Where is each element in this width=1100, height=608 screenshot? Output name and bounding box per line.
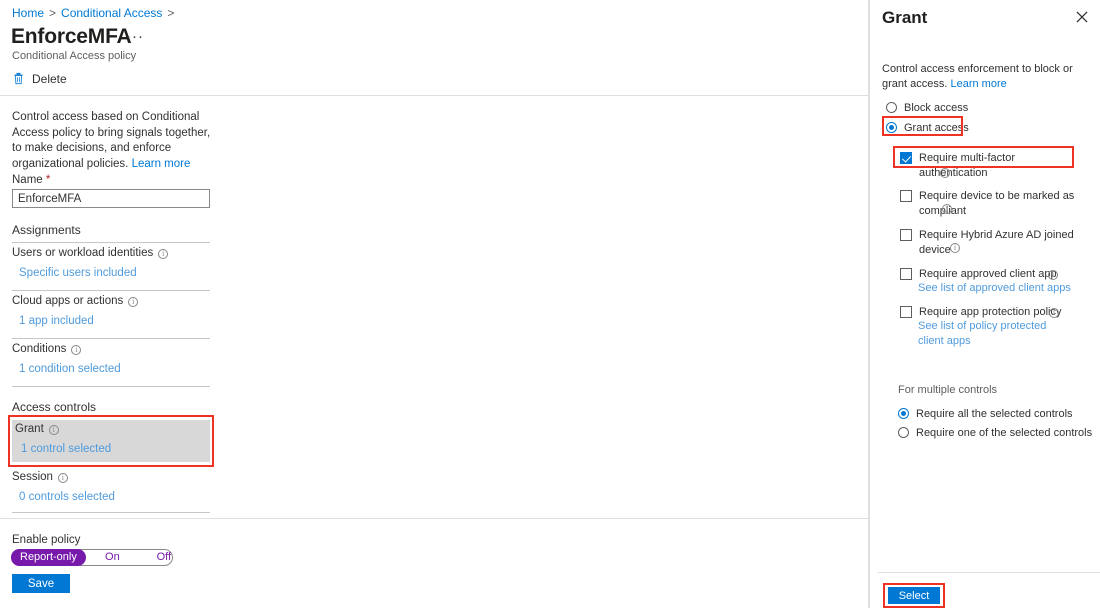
session-row-label-text: Session [12, 471, 53, 483]
page-subtitle: Conditional Access policy [12, 50, 137, 62]
breadcrumb-conditional-access[interactable]: Conditional Access [61, 6, 162, 20]
cloud-apps-row-value[interactable]: 1 app included [19, 313, 94, 329]
info-icon[interactable] [71, 344, 82, 356]
access-controls-heading: Access controls [12, 400, 97, 414]
trash-icon [12, 72, 25, 86]
session-row-label: Session [12, 469, 68, 485]
radio-block-access[interactable]: Block access [886, 101, 1086, 116]
intro-text: Control access based on Conditional Acce… [12, 110, 212, 172]
checkbox-icon [900, 268, 912, 280]
radio-require-all-selected-controls[interactable]: Require all the selected controls [898, 407, 1088, 422]
toggle-option-on[interactable]: On [86, 550, 139, 565]
multiple-controls-heading: For multiple controls [898, 384, 998, 396]
checkbox-require-mfa[interactable]: Require multi-factor authentication [900, 151, 1080, 180]
name-label-text: Name [12, 174, 43, 186]
page-title: EnforceMFA [11, 25, 132, 48]
cloud-apps-row-label-text: Cloud apps or actions [12, 295, 124, 307]
radio-icon [886, 102, 897, 113]
users-row-label-text: Users or workload identities [12, 247, 154, 259]
radio-grant-access-label: Grant access [904, 122, 969, 134]
cloud-apps-row-label: Cloud apps or actions [12, 293, 139, 309]
grant-row-value[interactable]: 1 control selected [21, 441, 111, 457]
info-icon[interactable] [940, 167, 950, 179]
users-divider [12, 290, 210, 291]
info-icon[interactable] [57, 472, 68, 484]
info-icon[interactable] [942, 203, 952, 215]
checkbox-require-hybrid-azure-ad-joined-device[interactable]: Require Hybrid Azure AD joined device [900, 228, 1075, 257]
info-icon[interactable] [48, 424, 59, 436]
toggle-option-report-only[interactable]: Report-only [11, 549, 86, 566]
radio-icon-selected [886, 122, 897, 133]
cloud-apps-divider [12, 338, 210, 339]
intro-learn-more-link[interactable]: Learn more [132, 158, 191, 170]
grant-row-label: Grant [15, 421, 59, 437]
conditions-divider [12, 386, 210, 387]
radio-require-one-selected-control[interactable]: Require one of the selected controls [898, 426, 1093, 441]
delete-button[interactable]: Delete [12, 71, 67, 87]
radio-grant-access[interactable]: Grant access [886, 121, 1086, 136]
checkbox-require-app-protection-policy-label: Require app protection policy [919, 306, 1062, 318]
name-input[interactable] [12, 189, 210, 208]
checkbox-icon [900, 190, 912, 202]
checkbox-icon [900, 229, 912, 241]
grant-blade: Grant Control access enforcement to bloc… [869, 0, 1100, 608]
breadcrumb: Home > Conditional Access > [12, 5, 179, 21]
info-icon[interactable] [950, 242, 960, 254]
breadcrumb-separator-1: > [49, 6, 57, 20]
conditions-row-value[interactable]: 1 condition selected [19, 361, 121, 377]
policy-main-pane: Home > Conditional Access > EnforceMFA ··· … [0, 0, 868, 608]
radio-require-all-selected-controls-label: Require all the selected controls [916, 408, 1073, 420]
name-required-mark: * [45, 174, 51, 186]
grant-pane-learn-more-link[interactable]: Learn more [950, 78, 1006, 90]
users-row-value[interactable]: Specific users included [19, 265, 137, 281]
info-icon[interactable] [1048, 269, 1058, 281]
enable-policy-label: Enable policy [12, 534, 81, 546]
radio-icon-selected [898, 408, 909, 419]
conditions-row-label-text: Conditions [12, 343, 67, 355]
radio-block-access-label: Block access [904, 102, 969, 114]
footer-divider [0, 518, 868, 519]
more-options-button[interactable]: ··· [126, 29, 144, 45]
grant-pane-footer-divider [878, 572, 1100, 573]
grant-pane-description: Control access enforcement to block or g… [882, 62, 1082, 91]
session-row-value[interactable]: 0 controls selected [19, 489, 115, 505]
info-icon[interactable] [128, 296, 139, 308]
toolbar-divider [0, 95, 868, 96]
delete-button-label: Delete [32, 72, 67, 86]
checkbox-require-compliant-device[interactable]: Require device to be marked as compliant [900, 189, 1075, 218]
conditional-access-policy-screen: Home > Conditional Access > EnforceMFA ··· … [0, 0, 1100, 608]
grant-pane-title: Grant [882, 8, 928, 27]
approved-client-apps-link[interactable]: See list of approved client apps [918, 281, 1071, 296]
enable-policy-toggle[interactable]: Report-only On Off [11, 549, 173, 566]
grant-row-label-text: Grant [15, 423, 44, 435]
info-icon[interactable] [1049, 307, 1059, 319]
breadcrumb-home[interactable]: Home [12, 6, 44, 20]
name-field-label: Name * [12, 172, 50, 188]
checkbox-require-hybrid-azure-ad-joined-device-label: Require Hybrid Azure AD joined device [919, 229, 1074, 256]
assignments-heading: Assignments [12, 223, 81, 237]
save-button[interactable]: Save [12, 574, 70, 593]
checkbox-icon-checked [900, 152, 912, 164]
users-row-label: Users or workload identities [12, 245, 169, 261]
radio-require-one-selected-control-label: Require one of the selected controls [916, 427, 1093, 439]
toggle-option-off[interactable]: Off [139, 550, 189, 565]
session-divider [12, 512, 210, 513]
info-icon[interactable] [158, 248, 169, 260]
conditions-row-label: Conditions [12, 341, 82, 357]
checkbox-icon [900, 306, 912, 318]
close-icon[interactable] [1073, 8, 1091, 26]
breadcrumb-separator-2: > [167, 6, 175, 20]
radio-icon [898, 427, 909, 438]
assignments-divider [12, 242, 210, 243]
checkbox-require-approved-client-app-label: Require approved client app [919, 268, 1057, 280]
select-button[interactable]: Select [888, 587, 940, 604]
policy-protected-client-apps-link[interactable]: See list of policy protected client apps [918, 319, 1068, 348]
